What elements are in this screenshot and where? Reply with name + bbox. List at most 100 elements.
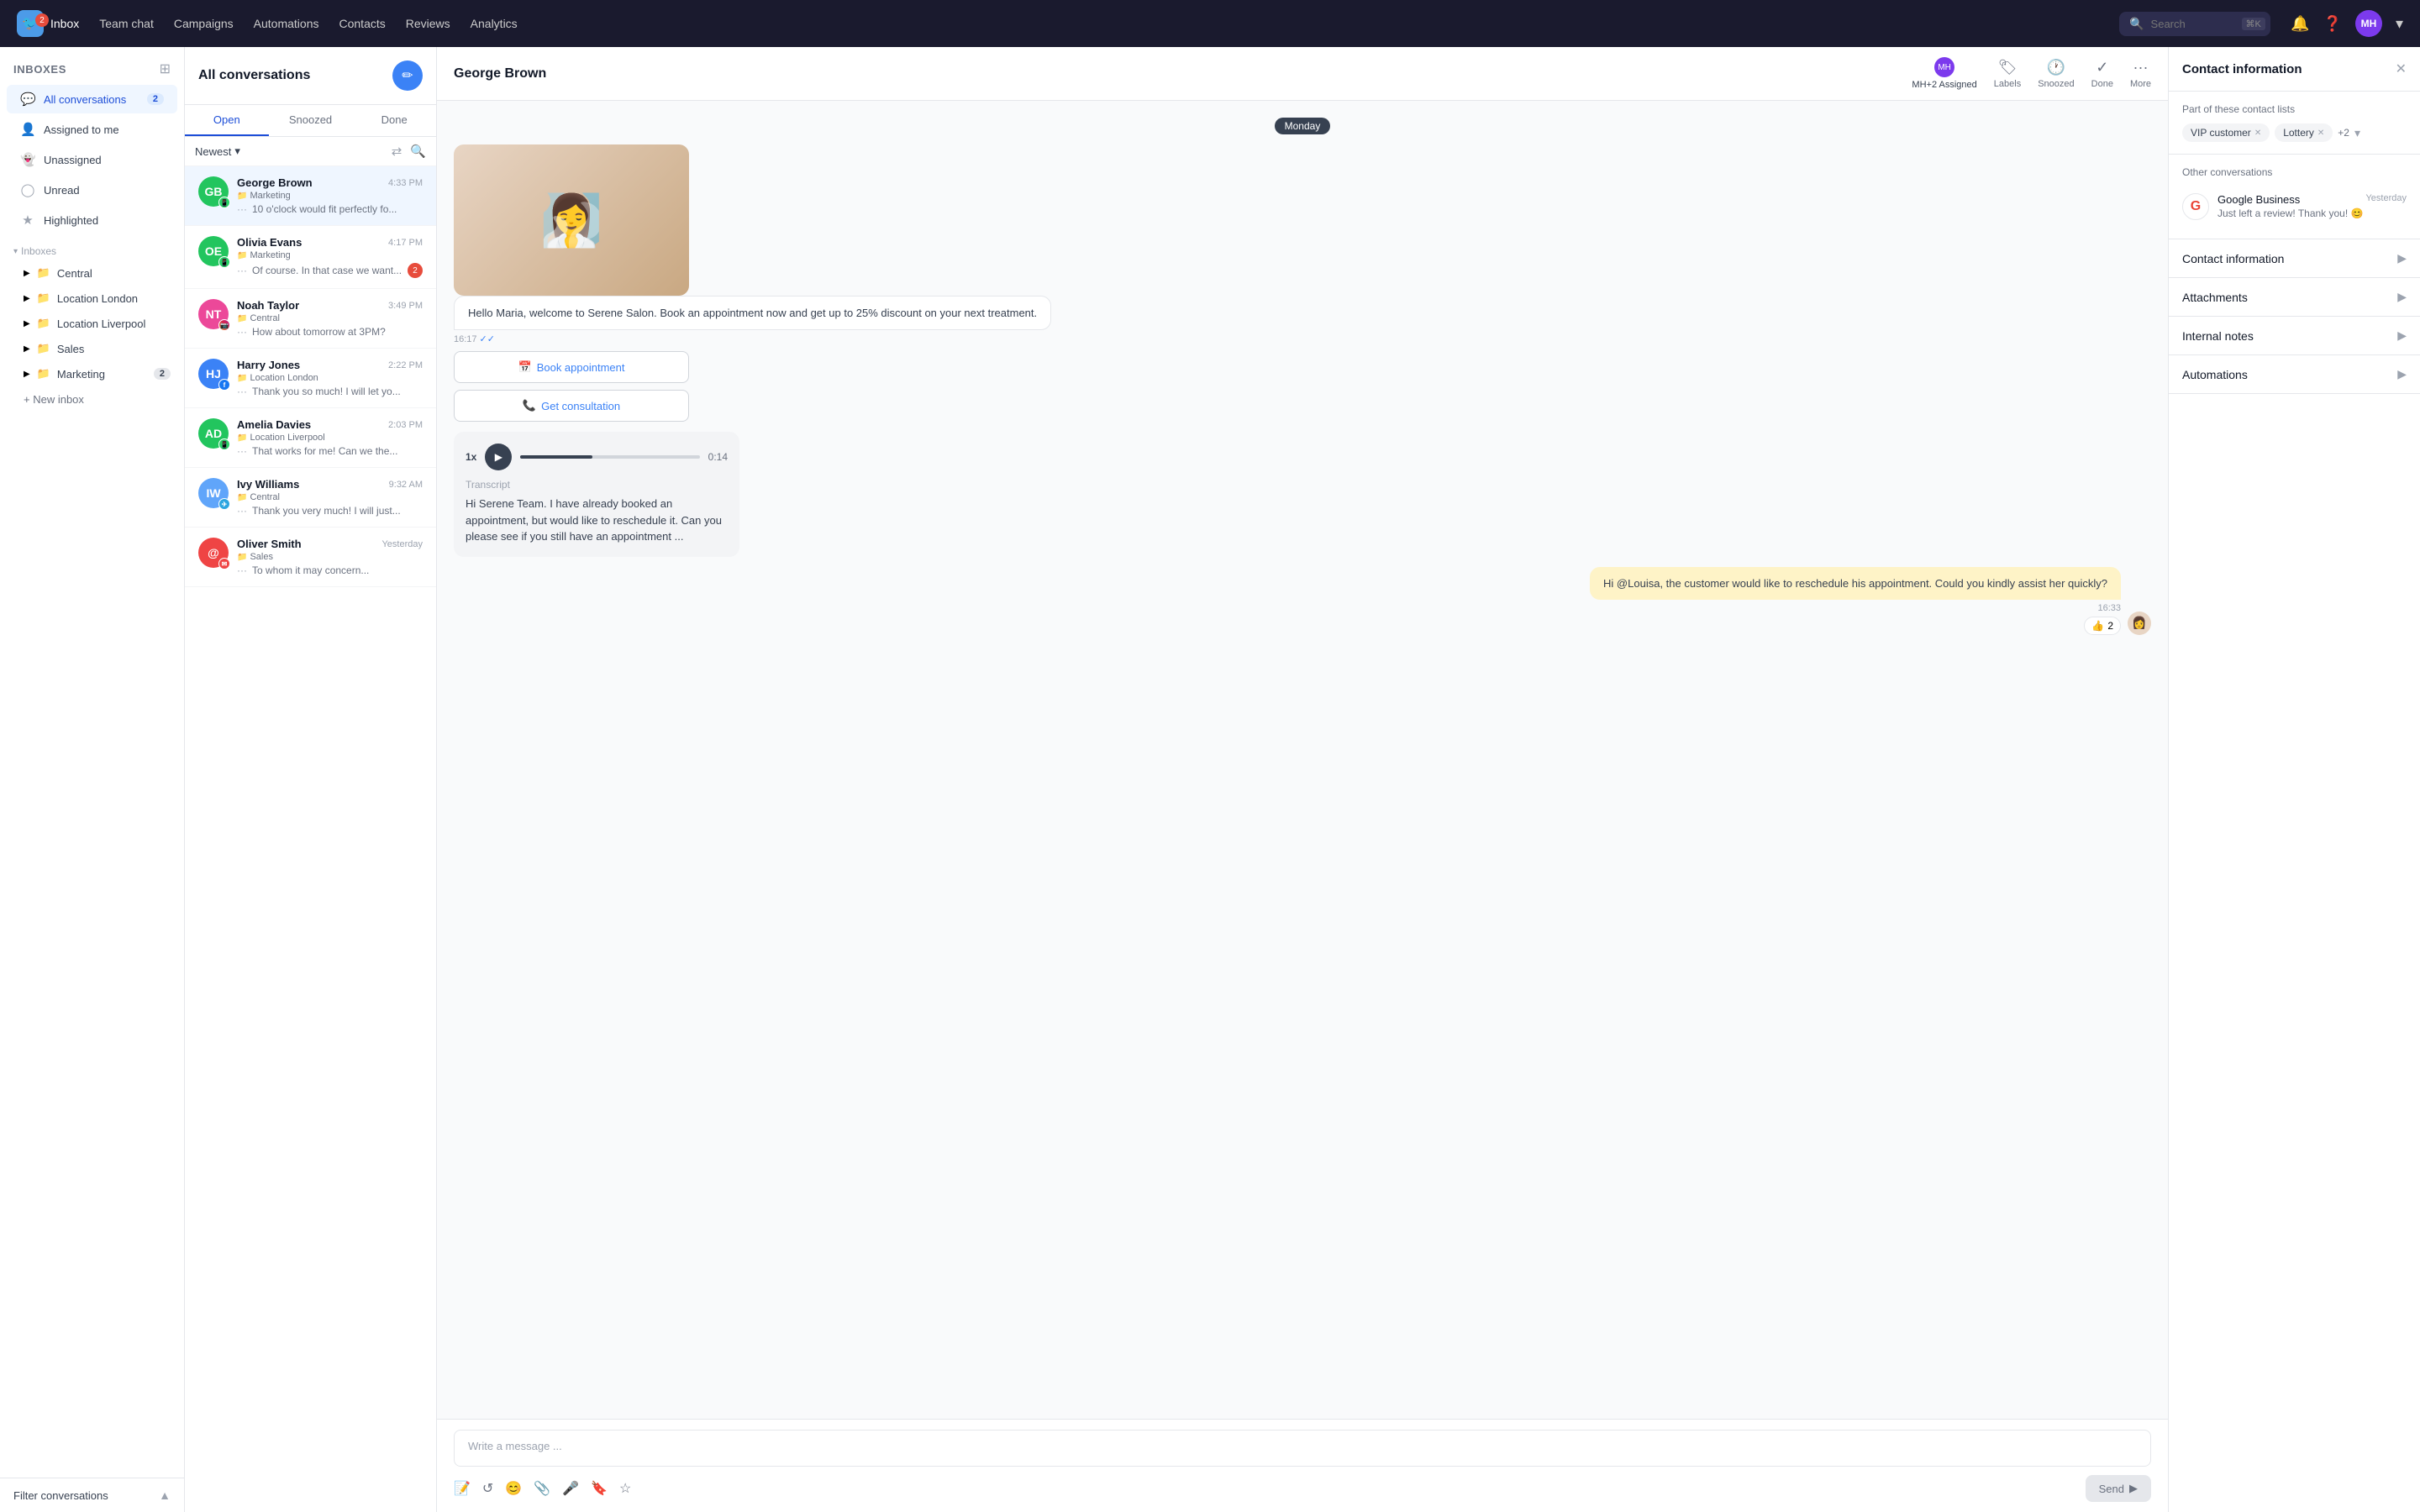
conv-name-ivy-williams: Ivy Williams [237, 478, 299, 491]
search-conv-icon[interactable]: 🔍 [410, 144, 426, 159]
conv-sort-filter[interactable]: Newest ▾ [195, 144, 240, 158]
star-icon[interactable]: ☆ [619, 1480, 631, 1497]
search-bar[interactable]: 🔍 ⌘K [2119, 12, 2270, 36]
emoji-icon[interactable]: 😊 [505, 1480, 522, 1497]
conv-name-harry-jones: Harry Jones [237, 359, 300, 371]
nav-team-chat[interactable]: Team chat [99, 17, 154, 30]
tag-lottery-close[interactable]: ✕ [2317, 129, 2324, 138]
book-appointment-btn[interactable]: 📅 Book appointment [454, 351, 689, 383]
snoozed-action[interactable]: 🕐 Snoozed [2038, 59, 2074, 89]
sidebar-item-unassigned[interactable]: 👻 Unassigned [7, 145, 177, 174]
msg-sender-avatar: 👩 [2128, 612, 2151, 635]
reaction-count: 2 [2107, 620, 2113, 632]
attachment-icon[interactable]: 📎 [534, 1480, 550, 1497]
help-icon[interactable]: ❓ [2323, 15, 2342, 33]
conv-item-george-brown[interactable]: GB 📱 George Brown 4:33 PM 📁 Marketing ··… [185, 166, 436, 226]
sidebar-layout-icon[interactable]: ⊞ [160, 60, 171, 77]
conv-item-olivia-evans[interactable]: OE 📱 Olivia Evans 4:17 PM 📁 Marketing ··… [185, 226, 436, 289]
contact-info-collapsible[interactable]: Contact information ▶ [2169, 239, 2420, 278]
contact-lists-label: Part of these contact lists [2182, 103, 2407, 115]
sidebar-folder-central[interactable]: ▶ 📁 Central [0, 260, 184, 286]
inbox-folder-icon-3: 📁 [237, 314, 247, 323]
automations-collapsible[interactable]: Automations ▶ [2169, 355, 2420, 394]
play-button[interactable]: ▶ [485, 444, 512, 470]
filter-conversations[interactable]: Filter conversations ▲ [0, 1478, 184, 1512]
conv-time-ivy-williams: 9:32 AM [389, 480, 423, 490]
sidebar-item-highlighted[interactable]: ★ Highlighted [7, 206, 177, 234]
conv-item-ivy-williams[interactable]: IW ✈ Ivy Williams 9:32 AM 📁 Central ··· … [185, 468, 436, 528]
sidebar-item-unread[interactable]: ◯ Unread [7, 176, 177, 204]
central-expand-icon: ▶ [24, 269, 30, 278]
audio-progress-bar[interactable] [520, 455, 699, 459]
bookmark-icon[interactable]: 🔖 [591, 1480, 608, 1497]
sidebar-highlighted-label: Highlighted [44, 214, 164, 227]
assigned-action[interactable]: MH MH+2 Assigned [1912, 57, 1976, 90]
conv-name-olivia-evans: Olivia Evans [237, 236, 302, 249]
nav-contacts[interactable]: Contacts [339, 17, 386, 30]
other-conv-name: Google Business [2217, 193, 2300, 206]
nav-analytics[interactable]: Analytics [471, 17, 518, 30]
chat-input-area: Write a message ... 📝 ↺ 😊 📎 🎤 🔖 ☆ Send ▶ [437, 1419, 2168, 1512]
tag-more[interactable]: +2 [2338, 127, 2349, 139]
new-inbox-button[interactable]: + New inbox [0, 386, 184, 412]
compose-button[interactable]: ✏ [392, 60, 423, 91]
labels-action[interactable]: 🏷 Labels [1994, 59, 2021, 89]
sidebar-folder-sales[interactable]: ▶ 📁 Sales [0, 336, 184, 361]
inboxes-section-label: Inboxes [21, 245, 56, 257]
toolbar-left: 📝 ↺ 😊 📎 🎤 🔖 ☆ [454, 1480, 631, 1497]
user-dropdown-icon[interactable]: ▾ [2396, 15, 2403, 33]
send-button[interactable]: Send ▶ [2086, 1475, 2151, 1502]
other-conv-google[interactable]: G Google Business Yesterday Just left a … [2182, 186, 2407, 227]
snoozed-label: Snoozed [2038, 79, 2074, 89]
msg-outgoing: Hi @Louisa, the customer would like to r… [1590, 567, 2121, 635]
tab-done[interactable]: Done [352, 105, 436, 136]
conv-inbox-amelia-davies: 📁 Location Liverpool [237, 433, 423, 443]
nav-automations[interactable]: Automations [254, 17, 319, 30]
internal-notes-collapsible[interactable]: Internal notes ▶ [2169, 317, 2420, 355]
other-conv-content: Google Business Yesterday Just left a re… [2217, 193, 2407, 219]
nav-reviews[interactable]: Reviews [406, 17, 450, 30]
refresh-icon[interactable]: ↺ [482, 1480, 493, 1497]
user-avatar[interactable]: MH [2355, 10, 2382, 37]
other-convs-label: Other conversations [2182, 166, 2407, 178]
chat-input-box[interactable]: Write a message ... [454, 1430, 2151, 1467]
done-action[interactable]: ✓ Done [2091, 59, 2113, 89]
avatar-amelia-davies: AD 📱 [198, 418, 229, 449]
conv-item-amelia-davies[interactable]: AD 📱 Amelia Davies 2:03 PM 📁 Location Li… [185, 408, 436, 468]
conv-dots-3: ··· [237, 326, 247, 338]
sidebar-unread-label: Unread [44, 184, 164, 197]
get-consultation-btn[interactable]: 📞 Get consultation [454, 390, 689, 422]
conv-item-noah-taylor[interactable]: NT 📷 Noah Taylor 3:49 PM 📁 Central ··· H… [185, 289, 436, 349]
notifications-icon[interactable]: 🔔 [2291, 15, 2309, 33]
tag-dropdown-icon[interactable]: ▾ [2354, 126, 2360, 140]
avatar-oliver-smith: @ ✉ [198, 538, 229, 568]
conv-preview-olivia-evans: Of course. In that case we want... [252, 265, 402, 276]
conv-item-harry-jones[interactable]: HJ f Harry Jones 2:22 PM 📁 Location Lond… [185, 349, 436, 408]
contact-info-arrow: ▶ [2397, 251, 2407, 265]
nav-campaigns[interactable]: Campaigns [174, 17, 234, 30]
tab-open[interactable]: Open [185, 105, 269, 136]
tab-snoozed[interactable]: Snoozed [269, 105, 353, 136]
tag-vip-close[interactable]: ✕ [2254, 129, 2261, 138]
reassign-icon[interactable]: ⇄ [392, 144, 402, 159]
sidebar-folder-marketing[interactable]: ▶ 📁 Marketing 2 [0, 361, 184, 386]
logo-area: 🐦 2 Inbox [17, 10, 79, 37]
audio-duration: 0:14 [708, 451, 728, 463]
sidebar-item-all-conversations[interactable]: 💬 All conversations 2 [7, 85, 177, 113]
assigned-icon: 👤 [20, 122, 35, 137]
sidebar-item-assigned-to-me[interactable]: 👤 Assigned to me [7, 115, 177, 144]
note-icon[interactable]: 📝 [454, 1480, 471, 1497]
topnav-icons: 🔔 ❓ MH ▾ [2291, 10, 2403, 37]
audio-icon[interactable]: 🎤 [562, 1480, 579, 1497]
sidebar-folder-location-liverpool[interactable]: ▶ 📁 Location Liverpool [0, 311, 184, 336]
audio-speed[interactable]: 1x [466, 451, 476, 463]
conv-name-noah-taylor: Noah Taylor [237, 299, 299, 312]
attachments-collapsible[interactable]: Attachments ▶ [2169, 278, 2420, 317]
more-action[interactable]: ··· More [2130, 59, 2151, 89]
sidebar-folder-location-london[interactable]: ▶ 📁 Location London [0, 286, 184, 311]
nav-inbox[interactable]: Inbox [50, 17, 79, 30]
close-panel-button[interactable]: ✕ [2396, 60, 2407, 77]
search-input[interactable] [2151, 18, 2235, 30]
conv-item-oliver-smith[interactable]: @ ✉ Oliver Smith Yesterday 📁 Sales ··· T… [185, 528, 436, 587]
sidebar-inboxes-section[interactable]: ▾ Inboxes [0, 235, 184, 260]
